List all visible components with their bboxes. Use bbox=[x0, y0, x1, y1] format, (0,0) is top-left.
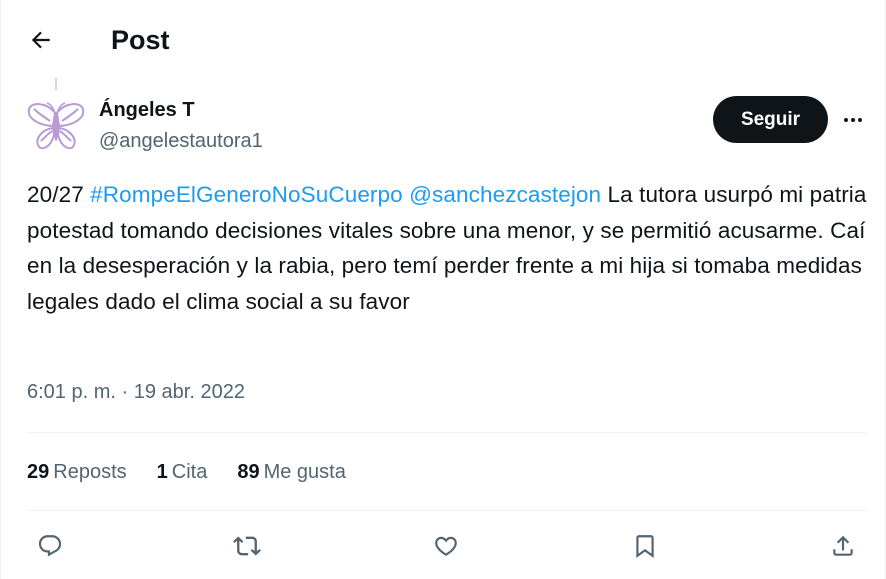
reply-icon bbox=[37, 533, 63, 559]
thread-connector bbox=[55, 78, 57, 90]
divider bbox=[27, 432, 867, 433]
timestamp[interactable]: 6:01 p. m. · 19 abr. 2022 bbox=[27, 378, 245, 406]
likes-stat[interactable]: 89 Me gusta bbox=[237, 458, 346, 486]
share-button[interactable] bbox=[826, 529, 860, 563]
more-button[interactable] bbox=[837, 104, 869, 136]
timestamp-separator: · bbox=[121, 381, 129, 403]
follow-button[interactable]: Seguir bbox=[713, 96, 828, 143]
bookmark-button[interactable] bbox=[628, 529, 662, 563]
tweet-prefix: 20/27 bbox=[27, 182, 84, 207]
quotes-stat[interactable]: 1 Cita bbox=[157, 458, 208, 486]
hashtag-link[interactable]: #RompeElGeneroNoSuCuerpo bbox=[90, 182, 403, 207]
quotes-count: 1 bbox=[156, 461, 168, 483]
tweet-text: 20/27 #RompeElGeneroNoSuCuerpo @sanchezc… bbox=[27, 177, 867, 319]
more-horizontal-icon bbox=[841, 108, 865, 132]
reposts-label: Reposts bbox=[53, 461, 127, 483]
likes-count: 89 bbox=[237, 461, 260, 483]
timestamp-time: 6:01 p. m. bbox=[27, 381, 116, 403]
repost-button[interactable] bbox=[230, 529, 264, 563]
arrow-left-icon bbox=[28, 27, 54, 53]
repost-icon bbox=[233, 532, 261, 560]
avatar[interactable] bbox=[26, 99, 86, 155]
bookmark-icon bbox=[632, 533, 658, 559]
page-title: Post bbox=[111, 25, 170, 55]
author-handle[interactable]: @angelestautora1 bbox=[99, 128, 263, 154]
back-button[interactable] bbox=[23, 22, 59, 58]
likes-label: Me gusta bbox=[263, 461, 346, 483]
share-icon bbox=[830, 533, 856, 559]
mention-link[interactable]: @sanchezcastejon bbox=[409, 182, 601, 207]
quotes-label: Cita bbox=[171, 461, 208, 483]
author-name[interactable]: Ángeles T bbox=[99, 96, 195, 124]
stats-row: 29 Reposts 1 Cita 89 Me gusta bbox=[27, 458, 346, 486]
butterfly-avatar-icon bbox=[26, 99, 86, 155]
reposts-count: 29 bbox=[27, 461, 50, 483]
like-icon bbox=[433, 533, 459, 559]
divider bbox=[27, 510, 867, 511]
reposts-stat[interactable]: 29 Reposts bbox=[27, 458, 127, 486]
like-button[interactable] bbox=[429, 529, 463, 563]
timestamp-date: 19 abr. 2022 bbox=[133, 381, 245, 403]
header: Post bbox=[1, 0, 885, 80]
reply-button[interactable] bbox=[33, 529, 67, 563]
post-page: Post Ángeles T @angelestautora1 Seguir 2… bbox=[0, 0, 886, 579]
